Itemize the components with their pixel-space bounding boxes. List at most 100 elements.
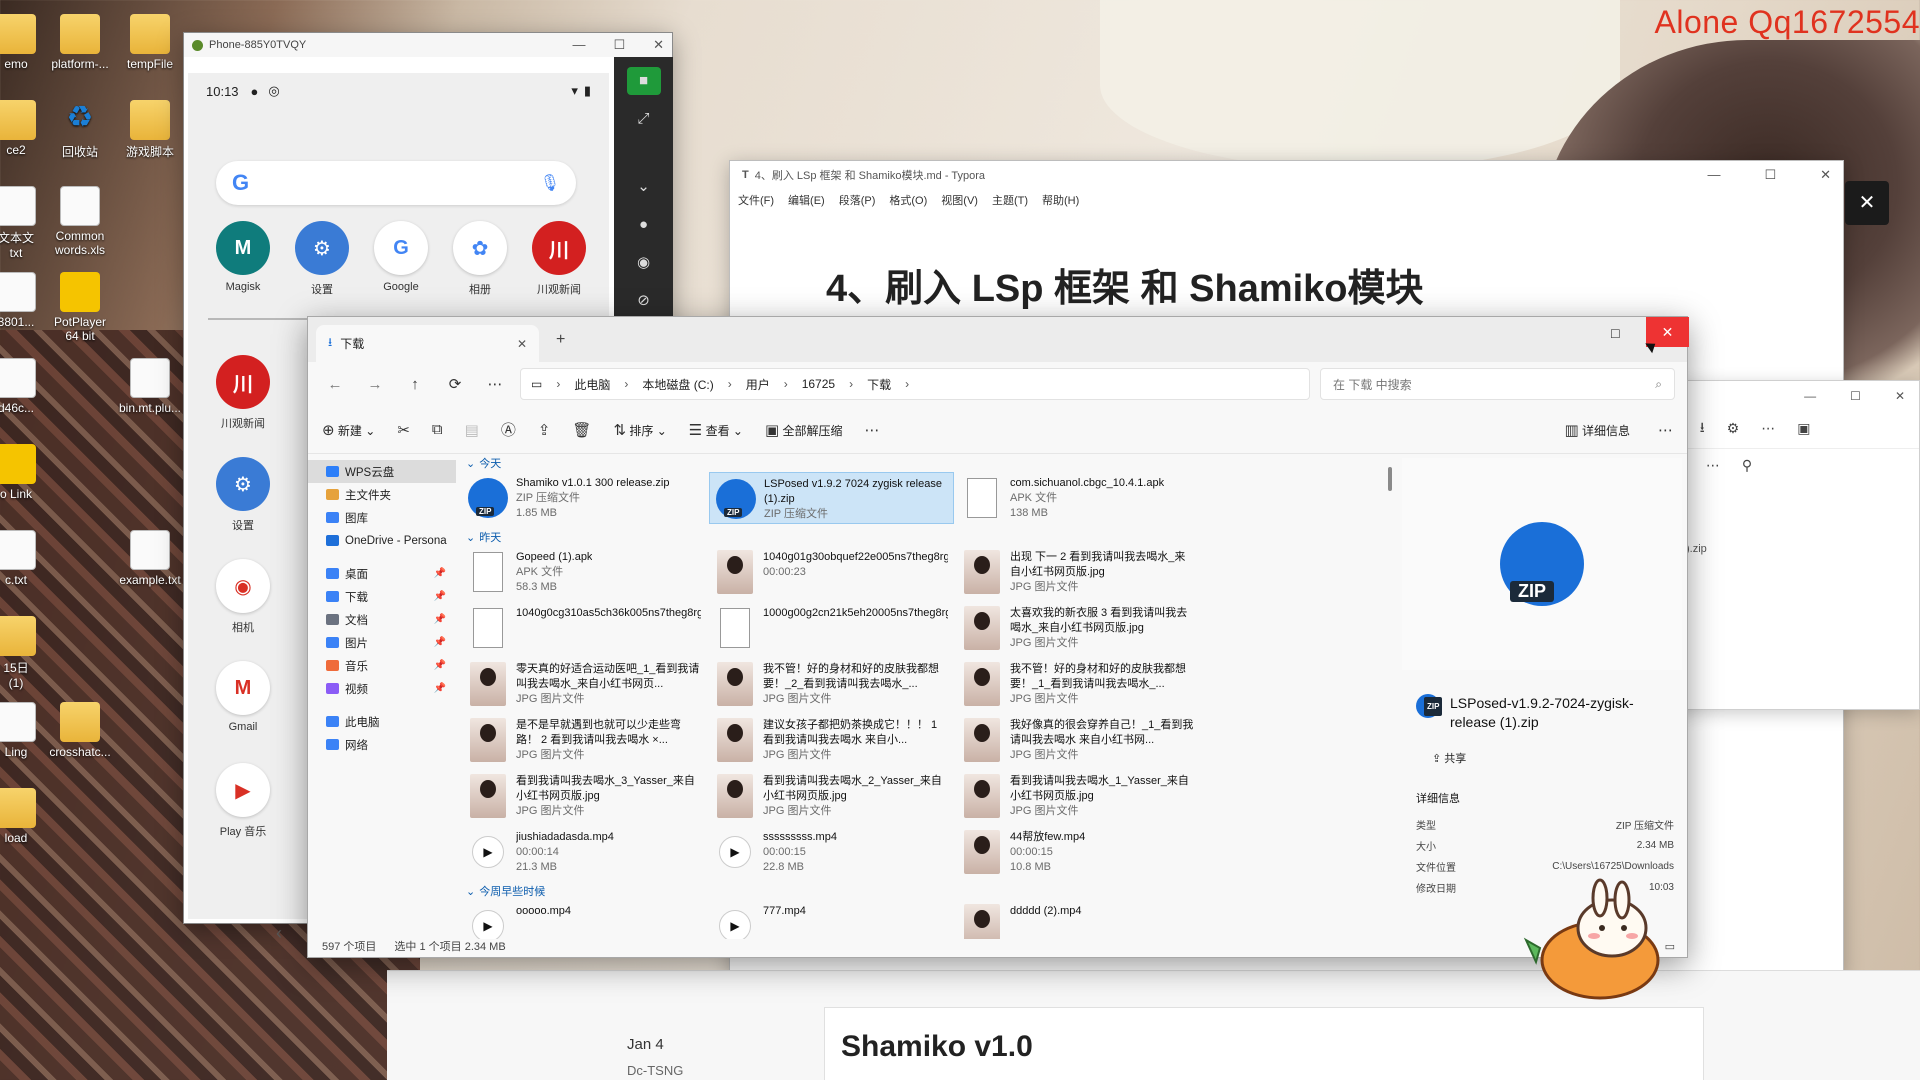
file-item[interactable]: com.sichuanol.cbgc_10.4.1.apk APK 文件 138 M… [956, 472, 1201, 524]
cut-icon[interactable]: ✂ [397, 421, 410, 439]
pin-icon[interactable]: ⚲ [1742, 457, 1752, 474]
google-search-bar[interactable]: G 🎙 [216, 161, 576, 205]
nav-item[interactable]: 主文件夹 [308, 483, 456, 506]
nav-item[interactable]: 网络 [308, 733, 456, 756]
phone-app[interactable]: M Gmail [208, 661, 278, 733]
details-button[interactable]: ▥ 详细信息 [1564, 421, 1630, 439]
share-button[interactable]: ⇪ 共享 [1432, 750, 1684, 766]
file-item[interactable]: 建议女孩子都把奶茶换成它！！！ 1 看到我请叫我去喝水 来自小... JPG 图片… [709, 714, 954, 766]
nav-item[interactable]: 桌面 📌 [308, 562, 456, 585]
minimize-icon[interactable]: — [1707, 167, 1720, 183]
file-item[interactable]: 看到我请叫我去喝水_3_Yasser_来自小红书网页版.jpg JPG 图片文件 [462, 770, 707, 822]
emulator-side-button[interactable]: ■ [626, 67, 661, 95]
maximize-icon[interactable]: ☐ [1764, 167, 1776, 183]
maximize-icon[interactable]: ☐ [1850, 389, 1861, 409]
breadcrumb-item[interactable]: 下载 [867, 376, 891, 393]
maximize-icon[interactable]: ☐ [1610, 327, 1621, 341]
file-item[interactable]: ▶ sssssssss.mp4 00:00:15 22.8 MB [709, 826, 954, 878]
desktop-icon[interactable]: crosshatc... [38, 702, 122, 759]
typora-menu-item[interactable]: 帮助(H) [1042, 192, 1079, 208]
scrollbar-thumb[interactable] [1388, 467, 1392, 491]
nav-item[interactable]: 图库 [308, 506, 456, 529]
breadcrumb-item[interactable]: 本地磁盘 (C:) [642, 376, 713, 393]
close-icon[interactable]: ✕ [1895, 389, 1905, 409]
more-icon[interactable]: ⋯ [1658, 421, 1673, 439]
phone-app[interactable]: 川川观新闻 [208, 355, 278, 431]
nav-item[interactable]: 音乐 📌 [308, 654, 456, 677]
nav-item[interactable]: 图片 📌 [308, 631, 456, 654]
nav-item[interactable]: 文档 📌 [308, 608, 456, 631]
phone-titlebar[interactable]: Phone-885Y0TVQY — ☐ ✕ [184, 33, 672, 57]
emulator-side-button[interactable]: ⤢ [627, 105, 661, 133]
phone-app[interactable]: ▶ Play 音乐 [208, 763, 278, 839]
address-bar[interactable]: ▭ › 此电脑 › 本地磁盘 (C:) › 用户 › 16725 › 下载 › [520, 368, 1310, 400]
desktop-icon[interactable]: load [0, 788, 58, 845]
desktop-icon[interactable]: o Link [0, 444, 58, 501]
file-item[interactable]: ▶ 777.mp4 [709, 900, 954, 939]
tab-downloads[interactable]: ⭳ 下载 ✕ [316, 325, 539, 362]
file-item[interactable]: 出现 下一 2 看到我请叫我去喝水_来自小红书网页版.jpg JPG 图片文件 [956, 546, 1201, 598]
overlay-close-icon[interactable]: ✕ [1845, 181, 1889, 225]
typora-menu-item[interactable]: 编辑(E) [788, 192, 825, 208]
nav-item[interactable]: 此电脑 [308, 710, 456, 733]
typora-menu-item[interactable]: 视图(V) [941, 192, 978, 208]
file-item[interactable]: 1000g00g2cn21k5eh20005ns7theg8rgpcv3dql0 [709, 602, 954, 654]
maximize-icon[interactable]: ☐ [613, 37, 625, 53]
delete-icon[interactable]: 🗑 [572, 421, 591, 439]
desktop-icon[interactable]: tempFile [108, 14, 192, 71]
back-icon[interactable]: ‹ [276, 923, 282, 944]
phone-app[interactable]: 川川观新闻 [524, 221, 594, 297]
new-tab-icon[interactable]: + [556, 331, 565, 349]
release-author[interactable]: Dc-TSNG [627, 1063, 683, 1078]
typora-menu-item[interactable]: 段落(P) [839, 192, 876, 208]
extensions-icon[interactable]: ⚙ [1727, 420, 1740, 437]
group-header[interactable]: ⌄ 昨天 [460, 528, 1296, 546]
desktop-icon[interactable]: 15日 (1) [0, 616, 58, 690]
minimize-icon[interactable]: — [1804, 389, 1816, 409]
file-item[interactable]: Shamiko v1.0.1 300 release.zip ZIP 压缩文件 1.… [462, 472, 707, 524]
file-item[interactable]: 44帮放few.mp4 00:00:15 10.8 MB [956, 826, 1201, 878]
file-item[interactable]: ▶ jiushiadadasda.mp4 00:00:14 21.3 MB [462, 826, 707, 878]
file-item[interactable]: 是不是早就遇到也就可以少走些弯路！ 2 看到我请叫我去喝水 ×... JPG 图片… [462, 714, 707, 766]
copy-icon[interactable]: ⧉ [432, 421, 443, 438]
forward-arrow-icon[interactable]: → [360, 376, 390, 393]
file-item[interactable]: 我不管！好的身材和好的皮肤我都想要！_1_看到我请叫我去喝水_... JPG 图片… [956, 658, 1201, 710]
phone-app[interactable]: ⚙ 设置 [287, 221, 357, 297]
file-item[interactable]: ddddd (2).mp4 [956, 900, 1201, 939]
phone-app[interactable]: ⚙ 设置 [208, 457, 278, 533]
file-item[interactable]: 看到我请叫我去喝水_1_Yasser_来自小红书网页版.jpg JPG 图片文件 [956, 770, 1201, 822]
desktop-icon[interactable]: c.txt [0, 530, 58, 587]
emulator-side-button[interactable]: ⊘ [627, 287, 661, 315]
nav-item[interactable]: 视频 📌 [308, 677, 456, 700]
group-header[interactable]: ⌄ 今周早些时候 [460, 882, 1296, 900]
emulator-side-button[interactable]: ⌄ [627, 173, 661, 201]
close-icon[interactable]: ✕ [653, 37, 664, 53]
view-button[interactable]: ☰ 查看 ⌄ [689, 421, 743, 439]
typora-titlebar[interactable]: T 4、刷入 LSp 框架 和 Shamiko模块.md - Typora — … [730, 161, 1843, 189]
file-item[interactable]: 看到我请叫我去喝水_2_Yasser_来自小红书网页版.jpg JPG 图片文件 [709, 770, 954, 822]
typora-menu-item[interactable]: 主题(T) [992, 192, 1028, 208]
new-button[interactable]: ⊕ 新建 ⌄ [322, 421, 375, 439]
search-input[interactable]: 在 下载 中搜索 ⌕ [1320, 368, 1675, 400]
sidebar-icon[interactable]: ▣ [1797, 420, 1810, 437]
file-explorer-window[interactable]: ⭳ 下载 ✕ + ☐ ✕ ← → ↑ ⟳ ⋯ ▭ › 此电脑 › 本地磁盘 (C:) ›… [307, 316, 1689, 958]
paste-icon[interactable]: ▤ [465, 421, 479, 439]
file-item[interactable]: ▶ ooooo.mp4 [462, 900, 707, 939]
mic-icon[interactable]: 🎙 [540, 173, 560, 193]
back-arrow-icon[interactable]: ← [320, 376, 350, 393]
more-icon[interactable]: ⋯ [480, 375, 510, 393]
sort-button[interactable]: ⇅ 排序 ⌄ [613, 421, 666, 439]
file-item[interactable]: 我好像真的很会穿养自己！_1_看到我请叫我去喝水 来自小红书网... JPG 图片… [956, 714, 1201, 766]
desktop-icon[interactable]: PotPlayer 64 bit [38, 272, 122, 343]
minimize-icon[interactable]: — [572, 37, 585, 53]
breadcrumb-item[interactable]: 16725 [802, 377, 835, 391]
more-icon[interactable]: ⋯ [1706, 457, 1720, 474]
nav-item[interactable]: WPS云盘 [308, 460, 456, 483]
release-title[interactable]: Shamiko v1.0 [841, 1030, 1033, 1064]
more-icon[interactable]: ⋯ [1761, 420, 1775, 437]
browser-window[interactable]: — ☐ ✕ ⊕ ⭳ ⚙ ⋯ ▣ ⌕ ⋯ ⚲ ).zip [1655, 380, 1920, 710]
file-item[interactable]: 1040g0cg310as5ch36k005ns7theg8rgppmrsqco [462, 602, 707, 654]
phone-app[interactable]: ◉ 相机 [208, 559, 278, 635]
file-item[interactable]: 太喜欢我的新衣服 3 看到我请叫我去喝水_来自小红书网页版.jpg JPG 图片文… [956, 602, 1201, 654]
desktop-icon[interactable]: Common words.xls [38, 186, 122, 257]
